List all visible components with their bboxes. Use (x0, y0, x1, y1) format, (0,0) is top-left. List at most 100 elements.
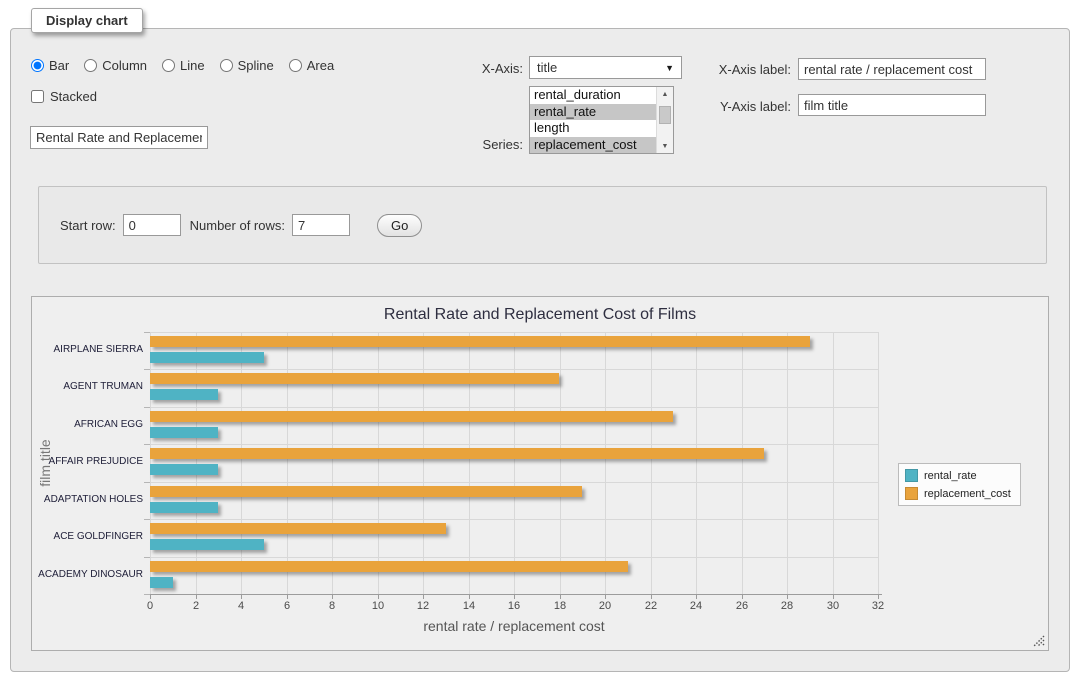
legend-label-rental_rate: rental_rate (924, 470, 977, 482)
legend-item-rental_rate: rental_rate (905, 469, 1011, 482)
y-axis-tick (144, 519, 150, 520)
chevron-down-icon: ▼ (665, 63, 674, 73)
series-caption: Series: (441, 137, 523, 152)
gridline-vertical (378, 332, 379, 594)
chart-title-input[interactable] (30, 126, 208, 149)
chart-container: Rental Rate and Replacement Cost of Film… (31, 296, 1049, 651)
radio-spline[interactable] (220, 59, 233, 72)
radio-label-bar: Bar (49, 58, 69, 73)
gridline-horizontal (150, 407, 878, 408)
category-label: AFRICAN EGG (32, 419, 143, 431)
series-option-replacement_cost[interactable]: replacement_cost (530, 137, 656, 154)
x-axis-tick (833, 595, 834, 599)
gridline-vertical (287, 332, 288, 594)
bar-rental_rate (150, 502, 218, 513)
gridline-horizontal (150, 332, 878, 333)
series-option-rental_duration[interactable]: rental_duration (530, 87, 656, 104)
x-axis-tick (332, 595, 333, 599)
x-axis-label-caption: X-Axis label: (701, 62, 791, 77)
gridline-vertical (241, 332, 242, 594)
gridline-vertical (833, 332, 834, 594)
stacked-checkbox[interactable] (31, 90, 44, 103)
resize-handle-icon[interactable] (1033, 635, 1045, 647)
x-tick-label: 20 (599, 600, 611, 612)
x-axis-tick (651, 595, 652, 599)
go-button[interactable]: Go (377, 214, 422, 237)
radio-option-spline[interactable]: Spline (220, 58, 274, 73)
scroll-up-icon[interactable]: ▲ (657, 87, 673, 101)
radio-column[interactable] (84, 59, 97, 72)
display-chart-fieldset: Display chart BarColumnLineSplineArea St… (10, 28, 1070, 672)
category-label: ADAPTATION HOLES (32, 494, 143, 506)
category-label: ACE GOLDFINGER (32, 531, 143, 543)
series-option-rental_rate[interactable]: rental_rate (530, 104, 656, 121)
series-scrollbar[interactable]: ▲ ▼ (656, 87, 673, 153)
bar-rental_rate (150, 577, 173, 588)
bar-rental_rate (150, 539, 264, 550)
x-tick-label: 8 (329, 600, 335, 612)
radio-label-spline: Spline (238, 58, 274, 73)
num-rows-input[interactable] (292, 214, 350, 236)
gridline-horizontal (150, 482, 878, 483)
category-label: ACADEMY DINOSAUR (32, 569, 143, 581)
gridline-vertical (651, 332, 652, 594)
gridline-vertical (605, 332, 606, 594)
series-multiselect[interactable]: rental_durationrental_ratelengthreplacem… (529, 86, 674, 154)
chart-title: Rental Rate and Replacement Cost of Film… (32, 306, 1048, 324)
radio-label-line: Line (180, 58, 205, 73)
row-controls-panel: Start row: Number of rows: Go (38, 186, 1047, 264)
y-axis-tick (144, 332, 150, 333)
x-axis-tick (241, 595, 242, 599)
y-axis-tick (144, 557, 150, 558)
gridline-horizontal (150, 519, 878, 520)
y-axis-tick (144, 482, 150, 483)
bar-replacement_cost (150, 486, 582, 497)
x-tick-label: 32 (872, 600, 884, 612)
x-tick-label: 10 (372, 600, 384, 612)
x-axis-select[interactable]: title ▼ (529, 56, 682, 79)
x-tick-label: 26 (736, 600, 748, 612)
gridline-vertical (742, 332, 743, 594)
radio-option-column[interactable]: Column (84, 58, 147, 73)
chart-type-radio-group: Bar Column Line Spline Area (31, 58, 334, 73)
bar-rental_rate (150, 464, 218, 475)
x-axis-tick (378, 595, 379, 599)
gridline-vertical (423, 332, 424, 594)
y-axis-tick (144, 444, 150, 445)
gridline-vertical (332, 332, 333, 594)
x-tick-label: 0 (147, 600, 153, 612)
bar-rental_rate (150, 389, 218, 400)
legend-label-replacement_cost: replacement_cost (924, 488, 1011, 500)
radio-area[interactable] (289, 59, 302, 72)
scrollbar-track[interactable] (657, 124, 673, 139)
x-axis-tick (696, 595, 697, 599)
category-label: AIRPLANE SIERRA (32, 344, 143, 356)
gridline-vertical (560, 332, 561, 594)
scroll-down-icon[interactable]: ▼ (657, 139, 673, 153)
y-axis-label-input[interactable] (798, 94, 986, 116)
y-axis-tick (144, 407, 150, 408)
x-axis-tick (196, 595, 197, 599)
bar-replacement_cost (150, 523, 446, 534)
gridline-vertical (878, 332, 879, 594)
radio-bar[interactable] (31, 59, 44, 72)
radio-option-bar[interactable]: Bar (31, 58, 69, 73)
radio-option-area[interactable]: Area (289, 58, 334, 73)
chart-legend: rental_rate replacement_cost (898, 463, 1021, 506)
gridline-vertical (514, 332, 515, 594)
radio-line[interactable] (162, 59, 175, 72)
gridline-horizontal (150, 369, 878, 370)
series-option-length[interactable]: length (530, 120, 656, 137)
x-axis-tick (514, 595, 515, 599)
scrollbar-thumb[interactable] (659, 106, 671, 124)
radio-option-line[interactable]: Line (162, 58, 205, 73)
gridline-horizontal (150, 557, 878, 558)
x-tick-label: 18 (554, 600, 566, 612)
x-tick-label: 14 (463, 600, 475, 612)
start-row-input[interactable] (123, 214, 181, 236)
legend-item-replacement_cost: replacement_cost (905, 487, 1011, 500)
bar-replacement_cost (150, 373, 559, 384)
x-axis-label-input[interactable] (798, 58, 986, 80)
category-label: AFFAIR PREJUDICE (32, 456, 143, 468)
num-rows-label: Number of rows: (190, 218, 285, 233)
